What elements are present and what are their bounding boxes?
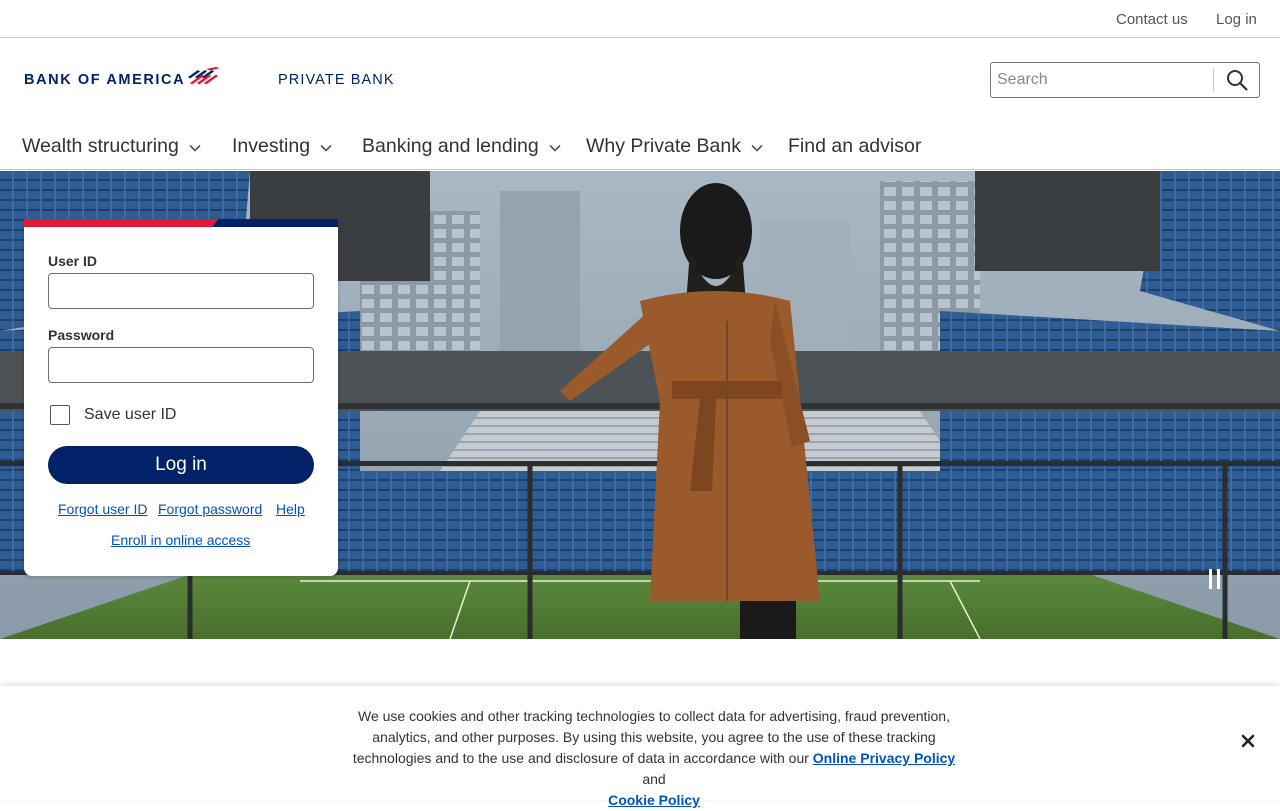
save-user-id-checkbox[interactable] (50, 405, 70, 425)
nav-label: Find an advisor (788, 135, 922, 157)
nav-label: Why Private Bank (586, 135, 741, 157)
nav-label: Investing (232, 135, 311, 157)
card-top-stripe (24, 219, 338, 227)
search-box (990, 62, 1260, 98)
chevron-down-icon (751, 144, 763, 152)
nav-wealth-structuring[interactable]: Wealth structuring (22, 135, 201, 158)
user-id-input[interactable] (48, 273, 314, 309)
chevron-down-icon (189, 144, 201, 152)
password-input[interactable] (48, 347, 314, 383)
cookie-close-button[interactable] (1238, 731, 1258, 751)
login-button[interactable]: Log in (48, 446, 314, 484)
contact-us-link[interactable]: Contact us (1116, 11, 1188, 28)
cookie-policy-link[interactable]: Cookie Policy (608, 792, 700, 808)
nav-find-an-advisor[interactable]: Find an advisor (788, 135, 921, 158)
privacy-policy-link[interactable]: Online Privacy Policy (813, 750, 955, 766)
nav-label: Wealth structuring (22, 135, 179, 157)
brand-row: BANK OF AMERICA PRIVATE BANK (0, 39, 1280, 119)
user-id-label: User ID (48, 253, 98, 269)
enroll-link[interactable]: Enroll in online access (111, 532, 250, 548)
nav-banking-and-lending[interactable]: Banking and lending (362, 135, 561, 158)
search-icon (1227, 70, 1248, 91)
pause-icon-bar (1216, 569, 1220, 589)
forgot-password-link[interactable]: Forgot password (158, 501, 262, 517)
cookie-banner: We use cookies and other tracking techno… (0, 686, 1280, 808)
nav-investing[interactable]: Investing (232, 135, 332, 158)
utility-bar: Contact us Log in (0, 0, 1280, 38)
search-divider (1213, 69, 1214, 91)
logo-wordmark[interactable]: BANK OF AMERICA (24, 72, 185, 88)
password-label: Password (48, 327, 115, 343)
search-input[interactable] (991, 63, 1213, 97)
chevron-down-icon (320, 144, 332, 152)
flag-logo-icon (188, 67, 220, 85)
chevron-down-icon (549, 144, 561, 152)
forgot-user-id-link[interactable]: Forgot user ID (58, 501, 147, 517)
help-link[interactable]: Help (276, 501, 305, 517)
utility-login-link[interactable]: Log in (1216, 11, 1257, 28)
close-icon (1241, 734, 1255, 748)
pause-icon (1208, 569, 1212, 589)
nav-why-private-bank[interactable]: Why Private Bank (586, 135, 763, 158)
cookie-message: We use cookies and other tracking techno… (340, 706, 968, 811)
nav-label: Banking and lending (362, 135, 539, 157)
search-button[interactable] (1219, 67, 1255, 93)
cookie-text-part2: and (642, 771, 666, 787)
save-user-id-label[interactable]: Save user ID (84, 406, 176, 424)
private-bank-label: PRIVATE BANK (278, 72, 395, 88)
main-nav: Wealth structuring Investing Banking and… (0, 119, 1280, 170)
login-card: User ID Password Save user ID Log in For… (24, 219, 338, 576)
pause-button[interactable] (1200, 565, 1228, 593)
